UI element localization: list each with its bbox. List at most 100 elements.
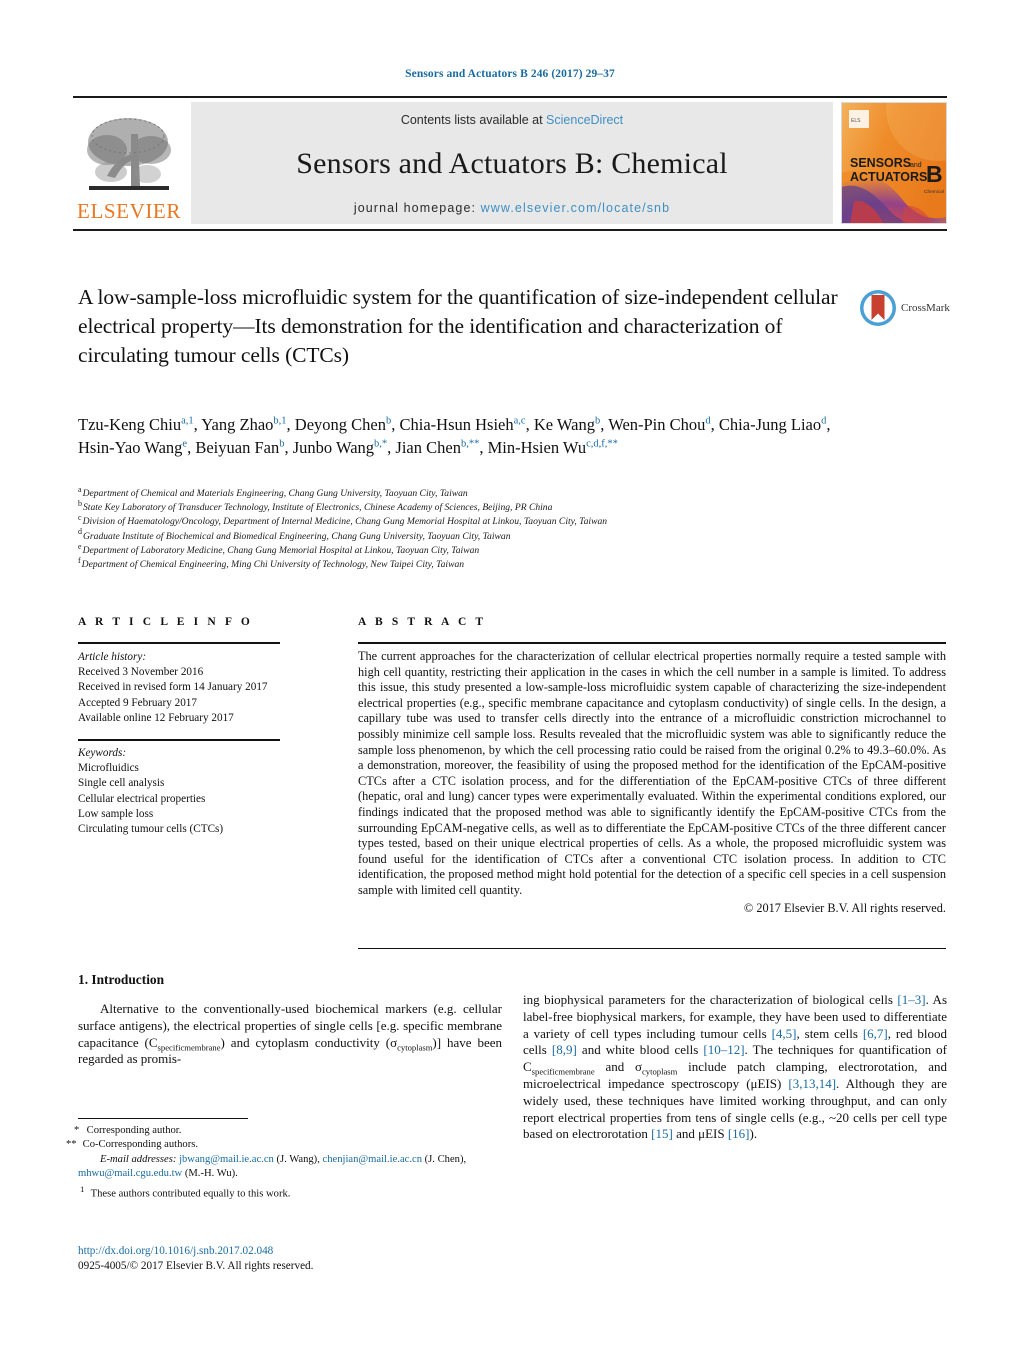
footnote-text: Co-Corresponding authors. bbox=[82, 1139, 198, 1151]
author-item: Yang Zhaob,1, bbox=[201, 415, 295, 434]
title-line-1: A low-sample-loss microfluidic system fo… bbox=[78, 285, 620, 309]
author-item: Jian Chenb,**, bbox=[395, 438, 487, 457]
title-line-4: (CTCs) bbox=[285, 343, 349, 367]
abstract-bottom-rule bbox=[358, 948, 946, 949]
elsevier-tree-icon bbox=[87, 118, 171, 190]
author-name: Jian Chen bbox=[395, 437, 461, 457]
author-affiliation-marker: b,1 bbox=[273, 415, 287, 427]
author-item: Hsin-Yao Wange, bbox=[78, 438, 195, 457]
author-affiliation-marker: b,** bbox=[460, 438, 480, 449]
citation-ref[interactable]: [10–12] bbox=[703, 1042, 744, 1057]
contents-prefix: Contents lists available at bbox=[400, 113, 547, 127]
affiliation-text: State Key Laboratory of Transducer Techn… bbox=[83, 502, 553, 514]
section-heading-introduction: 1. Introduction bbox=[78, 972, 165, 987]
cover-actuators-text: ACTUATORS bbox=[850, 170, 927, 184]
article-page: Sensors and Actuators B 246 (2017) 29–37 bbox=[0, 0, 1020, 1351]
affiliation-marker: d bbox=[78, 527, 82, 537]
author-separator: , bbox=[479, 437, 488, 457]
author-affiliation-marker: a,c bbox=[513, 415, 526, 427]
intro-right-g: and σ bbox=[594, 1059, 642, 1075]
intro-right-k: ). bbox=[749, 1126, 758, 1142]
footnote-co-corresponding-authors: ** Co-Corresponding authors. bbox=[66, 1139, 198, 1151]
affiliation-item: aDepartment of Chemical and Materials En… bbox=[78, 485, 878, 501]
author-name: Tzu-Keng Chiu bbox=[78, 415, 182, 434]
citation-ref[interactable]: [6,7] bbox=[863, 1026, 888, 1041]
abstract-text: The current approaches for the character… bbox=[358, 649, 946, 897]
author-name: Chia-Jung Liao bbox=[718, 415, 822, 434]
journal-title: Sensors and Actuators B: Chemical bbox=[296, 147, 728, 180]
article-history-item: Available online 12 February 2017 bbox=[78, 711, 234, 724]
keyword-item: Single cell analysis bbox=[78, 777, 165, 790]
author-separator: , bbox=[284, 437, 293, 457]
affiliation-text: Department of Chemical and Materials Eng… bbox=[82, 488, 468, 499]
footnote-separator-rule bbox=[78, 1118, 248, 1119]
affiliation-item: eDepartment of Laboratory Medicine, Chan… bbox=[78, 542, 878, 558]
contents-available-line: Contents lists available at ScienceDirec… bbox=[401, 113, 623, 127]
keywords-label: Keywords: bbox=[78, 747, 127, 759]
abstract-rule bbox=[358, 642, 946, 644]
author-name: Ke Wang bbox=[533, 415, 595, 434]
intro-right-a: ing biophysical parameters for the chara… bbox=[523, 992, 898, 1007]
intro-paragraph-right: ing biophysical parameters for the chara… bbox=[523, 992, 947, 1143]
author-item: Ke Wangb, bbox=[534, 415, 608, 434]
article-info-heading: A R T I C L E I N F O bbox=[78, 616, 253, 628]
author-name: Yang Zhao bbox=[201, 415, 274, 434]
homepage-url-link[interactable]: www.elsevier.com/locate/snb bbox=[481, 201, 671, 215]
cover-and-text: and bbox=[910, 162, 922, 169]
masthead-top-rule bbox=[73, 96, 947, 98]
email-link-3[interactable]: mhwu@mail.cgu.edu.tw bbox=[78, 1168, 182, 1179]
citation-ref[interactable]: [8,9] bbox=[552, 1042, 577, 1057]
intro-text-b: ) and cytoplasm conductivity (σ bbox=[220, 1034, 398, 1050]
abstract-heading: A B S T R A C T bbox=[358, 616, 487, 628]
affiliation-marker: b bbox=[78, 499, 82, 509]
email-link-1[interactable]: jbwang@mail.ie.ac.cn bbox=[179, 1154, 274, 1165]
cover-chemical-text: Chemical bbox=[924, 189, 944, 195]
abstract-block: The current approaches for the character… bbox=[358, 649, 946, 916]
citation-ref[interactable]: [1–3] bbox=[897, 992, 925, 1007]
crossmark-icon bbox=[860, 290, 896, 326]
author-name: Deyong Chen bbox=[294, 415, 386, 434]
journal-homepage-line: journal homepage: www.elsevier.com/locat… bbox=[354, 201, 670, 215]
affiliation-item: cDivision of Haematology/Oncology, Depar… bbox=[78, 513, 878, 529]
keyword-item: Circulating tumour cells (CTCs) bbox=[78, 823, 224, 836]
footnote-corresponding-author: * Corresponding author. bbox=[74, 1125, 182, 1136]
affiliation-text: Department of Chemical Engineering, Ming… bbox=[81, 559, 465, 571]
citation-ref[interactable]: [16] bbox=[728, 1126, 750, 1141]
masthead-bottom-rule bbox=[73, 229, 947, 231]
footnote-text: Corresponding author. bbox=[86, 1125, 182, 1136]
journal-cover-image: ELS SENSORS and ACTUATORS B Chemical bbox=[841, 102, 947, 224]
article-history: Article history: Received 3 November 201… bbox=[78, 650, 308, 726]
email-owner-2: (J. Chen), bbox=[424, 1153, 467, 1165]
affiliation-text: Department of Laboratory Medicine, Chang… bbox=[82, 544, 480, 556]
author-item: Junbo Wangb,*, bbox=[293, 438, 396, 457]
author-item: Deyong Chenb, bbox=[295, 415, 400, 434]
crossmark-badge[interactable]: CrossMark bbox=[858, 284, 958, 332]
doi-link[interactable]: http://dx.doi.org/10.1016/j.snb.2017.02.… bbox=[78, 1244, 502, 1259]
affiliation-list: aDepartment of Chemical and Materials En… bbox=[78, 485, 878, 572]
email-link-2[interactable]: chenjian@mail.ie.ac.cn bbox=[323, 1154, 422, 1165]
cover-letter-b: B bbox=[926, 161, 943, 187]
author-item: Min-Hsien Wuc,d,f,** bbox=[488, 438, 618, 457]
footnote-block: * Corresponding author. ** Co-Correspond… bbox=[66, 1124, 502, 1202]
email-addresses-label: E-mail addresses: bbox=[100, 1153, 177, 1165]
author-separator: , bbox=[286, 415, 295, 434]
doi-block: http://dx.doi.org/10.1016/j.snb.2017.02.… bbox=[78, 1244, 502, 1274]
author-affiliation-marker: c,d,f,** bbox=[586, 438, 618, 449]
intro-right-j: and μEIS bbox=[672, 1126, 728, 1142]
email-owner-3: (M.-H. Wu). bbox=[184, 1168, 238, 1180]
citation-ref[interactable]: [4,5] bbox=[772, 1026, 797, 1041]
affiliation-item: bState Key Laboratory of Transducer Tech… bbox=[78, 499, 878, 515]
footnote-equal-contribution: 1 These authors contributed equally to t… bbox=[80, 1183, 291, 1200]
running-head: Sensors and Actuators B 246 (2017) 29–37 bbox=[405, 68, 615, 80]
keyword-item: Low sample loss bbox=[78, 807, 154, 820]
article-history-item: Accepted 9 February 2017 bbox=[78, 696, 197, 709]
affiliation-marker: f bbox=[78, 555, 81, 565]
citation-ref[interactable]: [3,13,14] bbox=[788, 1076, 836, 1091]
sciencedirect-link[interactable]: ScienceDirect bbox=[546, 113, 623, 127]
page-title: A low-sample-loss microfluidic system fo… bbox=[78, 283, 838, 370]
affiliation-marker: c bbox=[78, 513, 82, 523]
author-name: Beiyuan Fan bbox=[195, 437, 280, 457]
citation-ref[interactable]: [15] bbox=[651, 1126, 673, 1141]
author-item: Chia-Hsun Hsieha,c, bbox=[400, 415, 534, 434]
journal-cover-artwork: ELS SENSORS and ACTUATORS B Chemical bbox=[842, 103, 946, 223]
